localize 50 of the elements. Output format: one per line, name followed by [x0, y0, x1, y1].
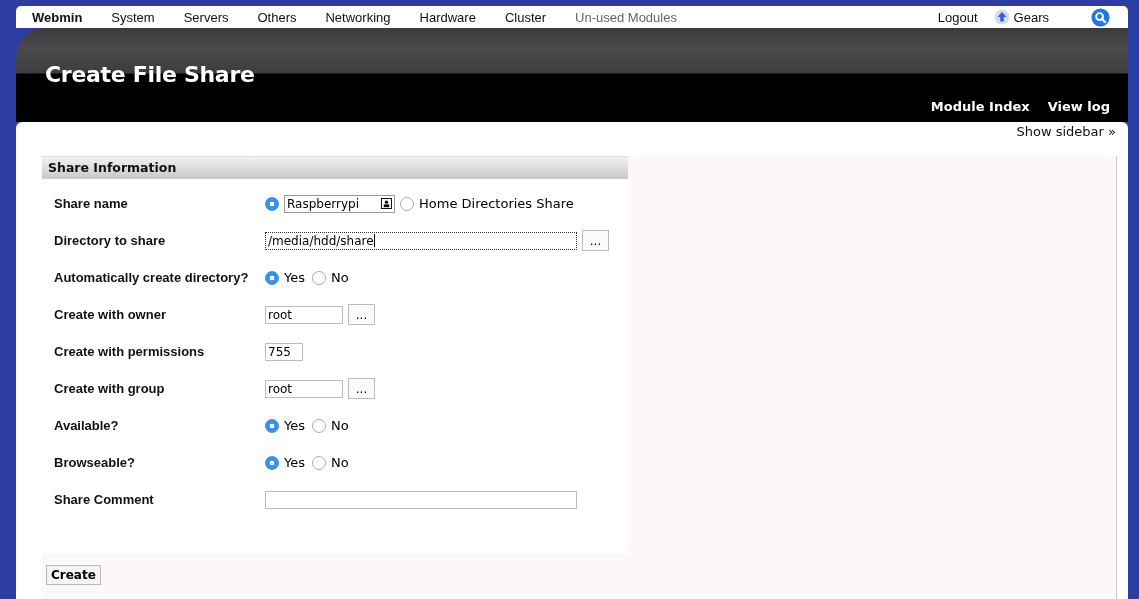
radio-button[interactable]	[265, 455, 279, 470]
field-label: Share Comment	[54, 492, 155, 507]
nav-menu-item[interactable]: Webmin	[32, 9, 83, 25]
field-label: Automatically create directory?	[54, 270, 250, 285]
radio-button[interactable]	[265, 196, 279, 211]
create-button[interactable]: Create	[46, 565, 101, 585]
text-field[interactable]: /media/hdd/share	[265, 231, 577, 250]
user-link[interactable]: Gears	[1013, 9, 1049, 25]
radio-label: Yes	[284, 455, 305, 470]
radio-label: No	[331, 455, 349, 470]
nav-menu-item[interactable]: System	[111, 9, 155, 25]
field-label: Share name	[54, 196, 129, 211]
radio-label: Yes	[284, 270, 305, 285]
field-label: Available?	[54, 418, 120, 433]
text-field[interactable]: root	[265, 379, 343, 398]
nav-menu-item[interactable]: Cluster	[504, 9, 547, 25]
search-icon[interactable]	[1091, 7, 1110, 27]
field-label: Directory to share	[54, 233, 167, 248]
show-sidebar-link[interactable]: Show sidebar »	[1016, 124, 1116, 144]
nav-menu-item[interactable]: Networking	[325, 9, 391, 25]
radio-label: No	[331, 270, 349, 285]
page-title: Create File Share	[45, 62, 256, 87]
text-field[interactable]	[265, 490, 577, 509]
radio-button[interactable]	[265, 270, 279, 285]
text-field[interactable]: root	[265, 305, 343, 324]
share-name-field[interactable]: Raspberrypi	[284, 194, 395, 213]
browse-button[interactable]: ...	[348, 378, 375, 399]
field-label: Create with permissions	[54, 344, 206, 359]
header-link[interactable]: View log	[1047, 99, 1110, 114]
browse-button[interactable]: ...	[348, 304, 375, 325]
nav-menu-item[interactable]: Hardware	[419, 9, 476, 25]
nav-menu-item[interactable]: Others	[257, 9, 297, 25]
browse-button[interactable]: ...	[582, 230, 609, 251]
field-label: Create with group	[54, 381, 166, 396]
contact-card-icon	[381, 198, 392, 209]
nav-menu-item[interactable]: Servers	[183, 9, 229, 25]
logout-link[interactable]: Logout	[937, 9, 978, 25]
field-label: Browseable?	[54, 455, 136, 470]
radio-button[interactable]	[265, 418, 279, 433]
radio-button[interactable]	[312, 270, 326, 285]
radio-button[interactable]	[400, 196, 414, 211]
radio-label: Home Directories Share	[419, 196, 574, 211]
radio-label: No	[331, 418, 349, 433]
radio-button[interactable]	[312, 455, 326, 470]
radio-button[interactable]	[312, 418, 326, 433]
radio-label: Yes	[284, 418, 305, 433]
section-header: Share Information	[42, 156, 628, 179]
field-label: Create with owner	[54, 307, 167, 322]
header-link[interactable]: Module Index	[930, 99, 1030, 114]
text-field[interactable]: 755	[265, 342, 303, 361]
